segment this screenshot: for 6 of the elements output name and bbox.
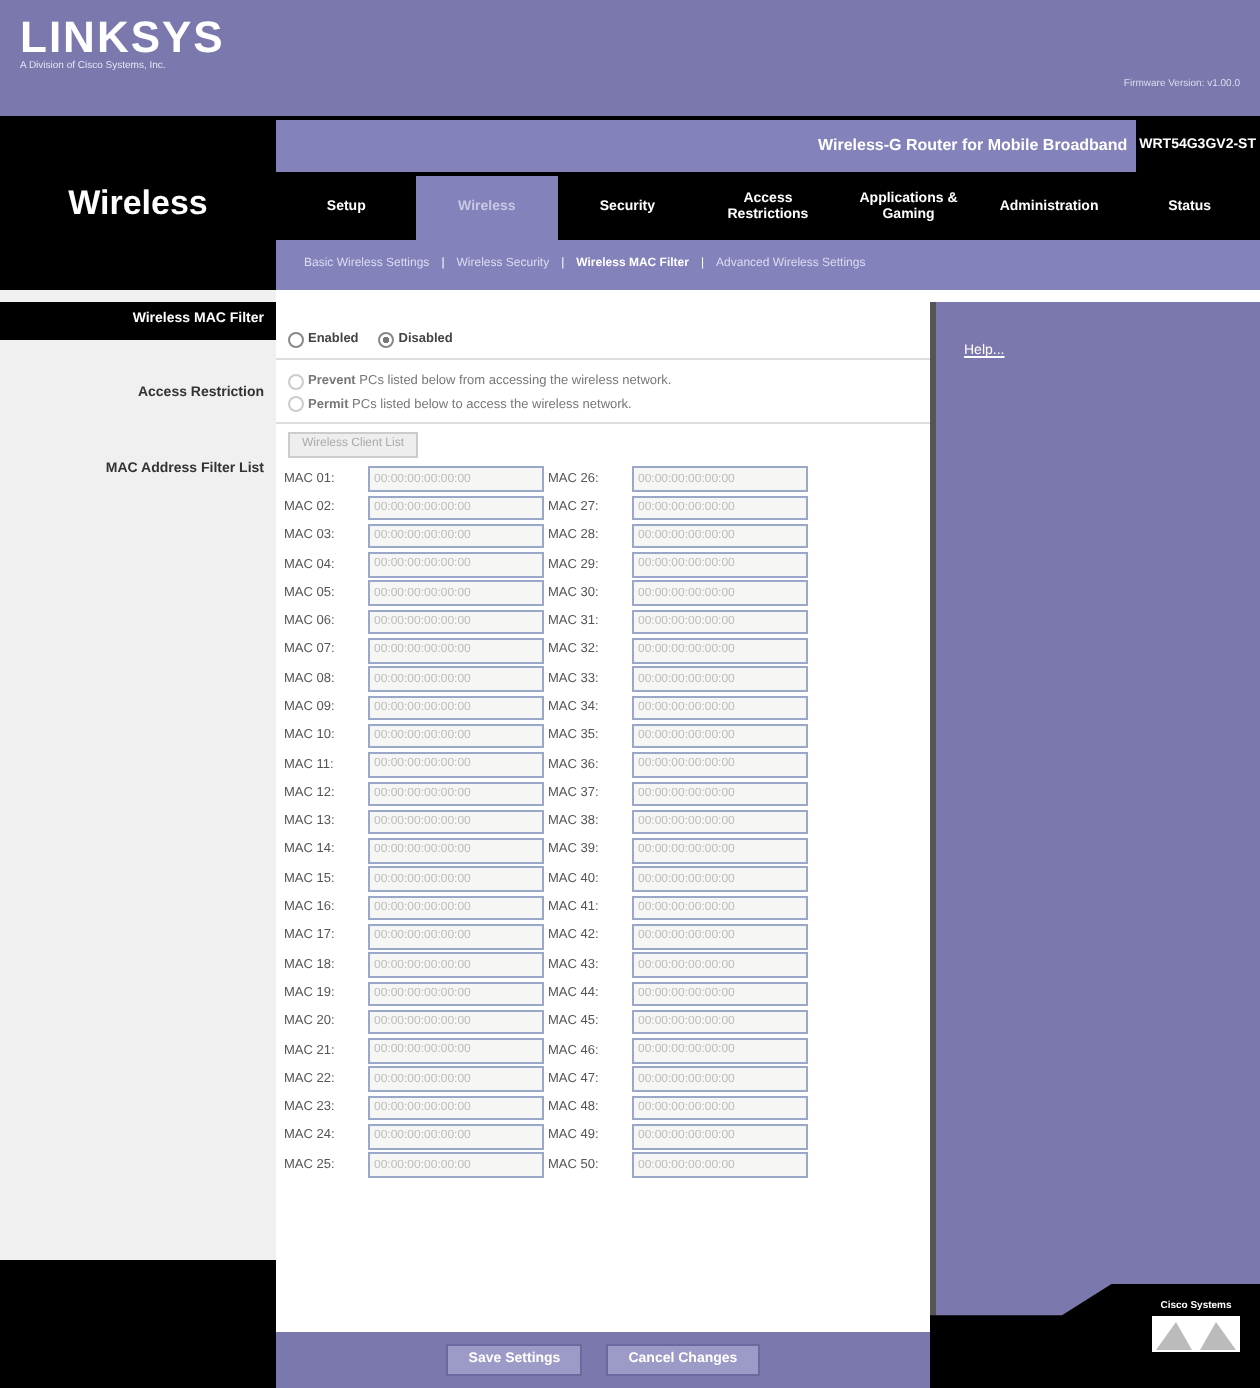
radio-button[interactable] xyxy=(288,331,304,348)
brand-logo: LINKSYS xyxy=(20,16,225,60)
radio-button[interactable] xyxy=(378,331,395,348)
bridge-logo-icon xyxy=(1152,1315,1240,1351)
section-title: Wireless xyxy=(68,181,208,226)
product-name: Wireless-G Router for Mobile Broadband xyxy=(276,120,1136,173)
